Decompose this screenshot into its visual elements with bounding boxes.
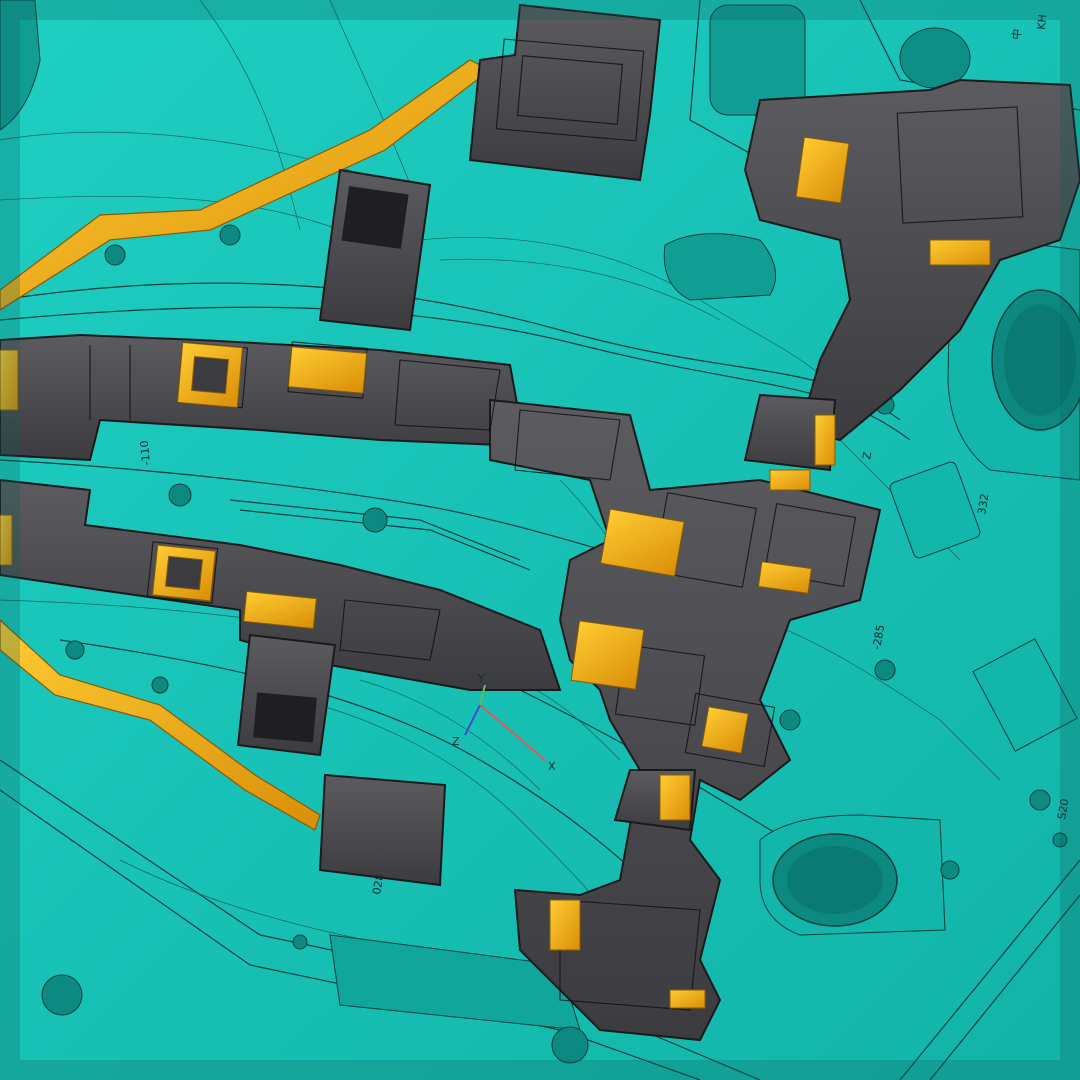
dimension-label-a: -110 [138,440,153,466]
axis-y-label: Y [477,672,485,685]
mold-3d-model[interactable]: X Y Z -110 -285 Z KH 中 332 S20 028 [0,0,1080,1080]
axis-x-label: X [548,760,556,773]
insert-bottom-block [318,773,447,887]
stamp-label-2: 中 [1010,28,1024,40]
axis-z-label: Z [452,735,460,748]
cad-viewport[interactable]: X Y Z -110 -285 Z KH 中 332 S20 028 [0,0,1080,1080]
